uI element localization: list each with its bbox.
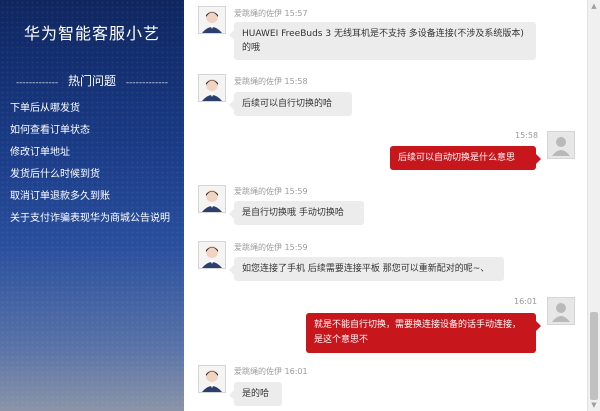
agent-avatar [198,74,226,102]
hot-question-item[interactable]: 如何查看订单状态 [10,125,170,147]
hot-question-item[interactable]: 取消订单退款多久到账 [10,191,170,213]
agent-name-time: 爱跳绳的佐伊 16:01 [234,366,308,377]
scrollbar-thumb[interactable] [590,312,598,400]
message-time: 15:58 [284,77,308,86]
agent-name: 爱跳绳的佐伊 [234,77,282,86]
message-time: 15:58 [515,131,539,140]
hot-question-item[interactable]: 发货后什么时候到货 [10,169,170,191]
header-divider-left: ------------- [15,78,59,88]
agent-avatar [198,185,226,213]
agent-name-time: 爱跳绳的佐伊 15:59 [234,186,308,197]
chat-panel: 爱跳绳的佐伊 15:57 HUAWEI FreeBuds 3 无线耳机是不支持 … [184,0,588,411]
hot-questions-header: ------------- 热门问题 ------------- [0,72,184,89]
agent-message: 后续可以自行切换的哈 [229,92,352,116]
agent-name-time: 爱跳绳的佐伊 15:57 [234,8,308,19]
agent-name: 爱跳绳的佐伊 [234,187,282,196]
agent-name: 爱跳绳的佐伊 [234,367,282,376]
user-message: 后续可以自动切换是什么意思 [390,146,541,170]
agent-message: 是自行切换哦 手动切换哈 [229,201,364,225]
message-time: 16:01 [514,297,538,306]
hot-question-item[interactable]: 修改订单地址 [10,147,170,169]
agent-name-time: 爱跳绳的佐伊 15:58 [234,76,308,87]
scroll-down-arrow-icon[interactable]: ▼ [588,399,600,411]
agent-name-time: 爱跳绳的佐伊 15:59 [234,242,308,253]
user-avatar [547,297,575,325]
agent-message: 是的哈 [229,382,282,406]
message-time: 15:59 [284,187,308,196]
agent-avatar [198,6,226,34]
scroll-up-arrow-icon[interactable]: ▲ [588,0,600,12]
agent-avatar [198,241,226,269]
message-time: 16:01 [284,367,308,376]
header-divider-right: ------------- [125,78,169,88]
hot-questions-label: 热门问题 [67,74,116,88]
agent-name: 爱跳绳的佐伊 [234,243,282,252]
message-time: 15:57 [284,9,308,18]
agent-name: 爱跳绳的佐伊 [234,9,282,18]
user-avatar [547,131,575,159]
hot-question-item[interactable]: 关于支付诈骗表现华为商城公告说明 [10,213,170,235]
user-message: 就是不能自行切换，需要换连接设备的话手动连接，是这个意思不 [306,313,541,353]
agent-avatar [198,365,226,393]
agent-message: 如您连接了手机 后续需要连接平板 那您可以重新配对的呢~、 [229,257,504,281]
message-time: 15:59 [284,243,308,252]
chat-scrollbar[interactable]: ▲ ▼ [587,0,600,411]
hot-question-item[interactable]: 下单后从哪发货 [10,103,170,125]
agent-message: HUAWEI FreeBuds 3 无线耳机是不支持 多设备连接(不涉及系统版本… [229,22,536,60]
sidebar-title: 华为智能客服小艺 [23,24,160,43]
hot-questions-list: 下单后从哪发货 如何查看订单状态 修改订单地址 发货后什么时候到货 取消订单退款… [10,103,170,235]
sidebar: 华为智能客服小艺 ------------- 热门问题 ------------… [0,0,184,411]
